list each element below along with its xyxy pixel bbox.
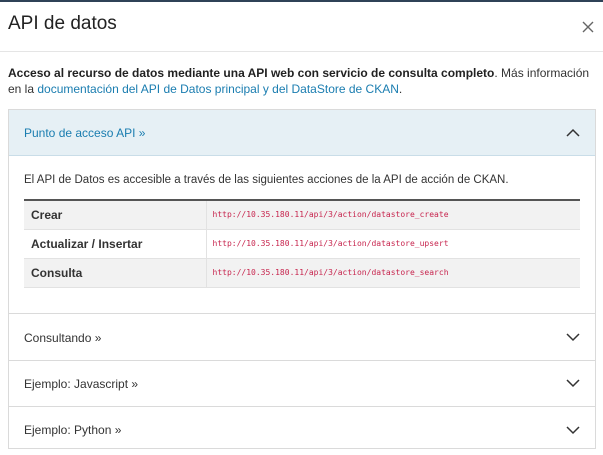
endpoint-name: Actualizar / Insertar [24, 229, 207, 259]
api-accordion: Punto de acceso API » El API de Datos es… [8, 109, 596, 449]
accordion-label-endpoint: Punto de acceso API » [24, 125, 146, 140]
accordion-body-endpoint: El API de Datos es accesible a través de… [9, 156, 595, 314]
accordion-label-javascript: Ejemplo: Javascript » [24, 376, 139, 391]
endpoint-url: http://10.35.180.11/api/3/action/datasto… [206, 258, 580, 288]
endpoint-url: http://10.35.180.11/api/3/action/datasto… [206, 229, 580, 259]
accordion-label-querying: Consultando » [24, 330, 102, 345]
close-icon [582, 21, 594, 33]
table-row: Actualizar / Insertar http://10.35.180.1… [24, 229, 580, 259]
table-row: Consulta http://10.35.180.11/api/3/actio… [24, 258, 580, 288]
endpoint-table: Crear http://10.35.180.11/api/3/action/d… [24, 199, 580, 288]
table-row: Crear http://10.35.180.11/api/3/action/d… [24, 200, 580, 230]
chevron-up-icon [566, 126, 580, 140]
intro-bold-text: Acceso al recurso de datos mediante una … [8, 66, 495, 80]
chevron-down-icon [566, 423, 580, 437]
accordion-header-endpoint[interactable]: Punto de acceso API » [9, 110, 595, 156]
intro-text: Acceso al recurso de datos mediante una … [8, 65, 596, 97]
modal-title: API de datos [8, 13, 117, 34]
endpoint-description: El API de Datos es accesible a través de… [24, 174, 509, 186]
endpoint-url: http://10.35.180.11/api/3/action/datasto… [206, 200, 580, 230]
accordion-header-javascript[interactable]: Ejemplo: Javascript » [9, 361, 595, 407]
endpoint-name: Crear [24, 200, 207, 230]
modal-header: API de datos [0, 2, 603, 52]
api-modal: API de datos Acceso al recurso de datos … [0, 2, 603, 455]
accordion-header-python[interactable]: Ejemplo: Python » [9, 407, 595, 453]
accordion-header-querying[interactable]: Consultando » [9, 315, 595, 361]
endpoint-name: Consulta [24, 258, 207, 288]
intro-text-end: . [398, 82, 403, 96]
close-button[interactable] [577, 16, 599, 38]
chevron-down-icon [566, 377, 580, 391]
docs-link[interactable]: documentación del API de Datos principal… [37, 82, 399, 96]
accordion-label-python: Ejemplo: Python » [24, 423, 122, 437]
chevron-down-icon [566, 331, 580, 345]
